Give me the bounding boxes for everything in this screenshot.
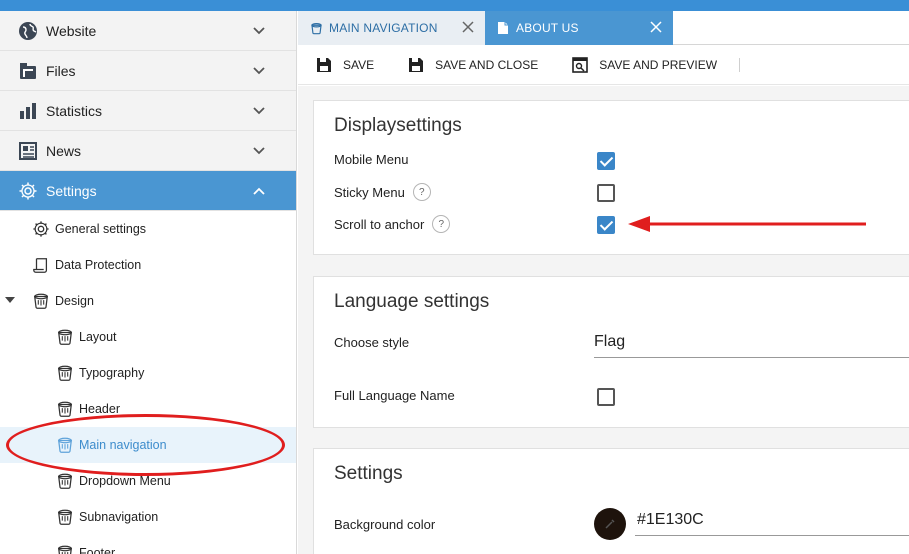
close-icon[interactable]	[461, 20, 475, 34]
sidebar-item-general-settings[interactable]: General settings	[0, 211, 296, 247]
close-icon[interactable]	[649, 20, 663, 34]
paint-bucket-icon	[31, 291, 51, 311]
sidebar-item-typography[interactable]: Typography	[0, 355, 296, 391]
sidebar-item-label: Layout	[79, 330, 117, 344]
choose-style-select[interactable]: Flag	[594, 326, 909, 358]
tab-label: ABOUT US	[516, 21, 579, 35]
sticky-menu-label: Sticky Menu ?	[334, 183, 431, 201]
section-title: Language settings	[334, 291, 490, 312]
sidebar-item-label: Main navigation	[79, 438, 167, 452]
save-button[interactable]: SAVE	[298, 45, 390, 85]
background-color-input[interactable]: #1E130C	[635, 504, 909, 536]
paint-bucket-icon	[55, 471, 75, 491]
language-settings-panel: Language settings Choose style Flag Full…	[313, 276, 909, 428]
gear-icon	[31, 219, 51, 239]
display-settings-panel: Displaysettings Mobile Menu Sticky Menu …	[313, 100, 909, 255]
sidebar-item-data-protection[interactable]: Data Protection	[0, 247, 296, 283]
paint-bucket-icon	[55, 399, 75, 419]
bar-chart-icon	[17, 100, 39, 122]
gear-icon	[17, 180, 39, 202]
sidebar-item-dropdown-menu[interactable]: Dropdown Menu	[0, 463, 296, 499]
sidebar-item-main-navigation[interactable]: Main navigation	[0, 427, 296, 463]
sidebar-item-subnavigation[interactable]: Subnavigation	[0, 499, 296, 535]
background-color-label: Background color	[334, 517, 436, 532]
paint-bucket-icon	[55, 435, 75, 455]
expand-caret-icon[interactable]	[5, 297, 15, 303]
save-and-preview-label: SAVE AND PREVIEW	[599, 57, 718, 72]
sidebar-item-label: Website	[46, 22, 97, 39]
sidebar-item-label: Data Protection	[55, 258, 142, 272]
sidebar-item-design[interactable]: Design	[0, 283, 296, 319]
sidebar-item-label: General settings	[55, 222, 147, 236]
sidebar-item-label: Settings	[46, 182, 97, 199]
toolbar-divider	[739, 57, 741, 72]
settings-panel: Settings Background color #1E130C	[313, 448, 909, 554]
sidebar-item-header[interactable]: Header	[0, 391, 296, 427]
chevron-down-icon[interactable]	[252, 64, 266, 78]
globe-icon	[17, 20, 39, 42]
sidebar-item-statistics[interactable]: Statistics	[0, 91, 296, 131]
sidebar-item-settings[interactable]: Settings	[0, 171, 296, 211]
chevron-down-icon[interactable]	[252, 104, 266, 118]
sidebar-item-files[interactable]: Files	[0, 51, 296, 91]
paint-bucket-icon	[55, 363, 75, 383]
save-label: SAVE	[343, 57, 375, 72]
tab-bar: MAIN NAVIGATION ABOUT US	[298, 11, 909, 45]
mobile-menu-checkbox[interactable]	[597, 152, 615, 170]
choose-style-label: Choose style	[334, 335, 410, 350]
preview-icon	[572, 56, 589, 73]
help-icon[interactable]: ?	[432, 215, 451, 233]
document-icon	[497, 21, 511, 35]
tab-main-navigation[interactable]: MAIN NAVIGATION	[298, 11, 485, 45]
paint-bucket-icon	[55, 507, 75, 527]
scroll-icon	[31, 255, 51, 275]
chevron-down-icon[interactable]	[252, 144, 266, 158]
paint-bucket-icon	[55, 543, 75, 554]
tab-label: MAIN NAVIGATION	[329, 21, 438, 35]
sidebar-item-footer[interactable]: Footer	[0, 535, 296, 554]
mobile-menu-label: Mobile Menu	[334, 152, 409, 167]
sidebar-item-label: Typography	[79, 366, 145, 380]
tab-about-us[interactable]: ABOUT US	[485, 11, 673, 45]
main-content: Displaysettings Mobile Menu Sticky Menu …	[298, 86, 909, 554]
full-language-name-checkbox[interactable]	[597, 388, 615, 406]
sticky-menu-checkbox[interactable]	[597, 184, 615, 202]
sidebar-item-label: News	[46, 142, 82, 159]
section-title: Settings	[334, 463, 403, 484]
sidebar-item-website[interactable]: Website	[0, 11, 296, 51]
chevron-up-icon[interactable]	[252, 184, 266, 198]
sidebar-item-label: Dropdown Menu	[79, 474, 171, 488]
paint-bucket-icon	[310, 21, 324, 35]
sidebar-item-layout[interactable]: Layout	[0, 319, 296, 355]
scroll-to-anchor-label: Scroll to anchor ?	[334, 215, 451, 233]
help-icon[interactable]: ?	[412, 183, 431, 201]
floppy-disk-icon	[316, 57, 332, 73]
color-picker-swatch[interactable]	[594, 508, 626, 540]
sidebar: Website Files Statistics News Settings G…	[0, 11, 297, 554]
sidebar-item-label: Design	[55, 294, 94, 308]
save-and-close-button[interactable]: SAVE AND CLOSE	[390, 45, 554, 85]
toolbar: SAVE SAVE AND CLOSE SAVE AND PREVIEW	[298, 45, 909, 85]
sidebar-item-label: Subnavigation	[79, 510, 159, 524]
section-title: Displaysettings	[334, 115, 462, 136]
floppy-disk-icon	[408, 57, 424, 73]
newspaper-icon	[17, 140, 39, 162]
sidebar-item-news[interactable]: News	[0, 131, 296, 171]
sidebar-item-label: Footer	[79, 546, 116, 554]
top-bar	[0, 0, 909, 11]
paint-bucket-icon	[55, 327, 75, 347]
sidebar-item-label: Files	[46, 62, 76, 79]
scroll-to-anchor-checkbox[interactable]	[597, 216, 615, 234]
files-icon	[17, 60, 39, 82]
save-and-close-label: SAVE AND CLOSE	[435, 57, 539, 72]
chevron-down-icon[interactable]	[252, 24, 266, 38]
sidebar-item-label: Header	[79, 402, 120, 416]
sidebar-item-label: Statistics	[46, 102, 103, 119]
full-language-name-label: Full Language Name	[334, 388, 455, 403]
eyedropper-icon	[605, 519, 615, 529]
save-and-preview-button[interactable]: SAVE AND PREVIEW	[554, 45, 733, 85]
